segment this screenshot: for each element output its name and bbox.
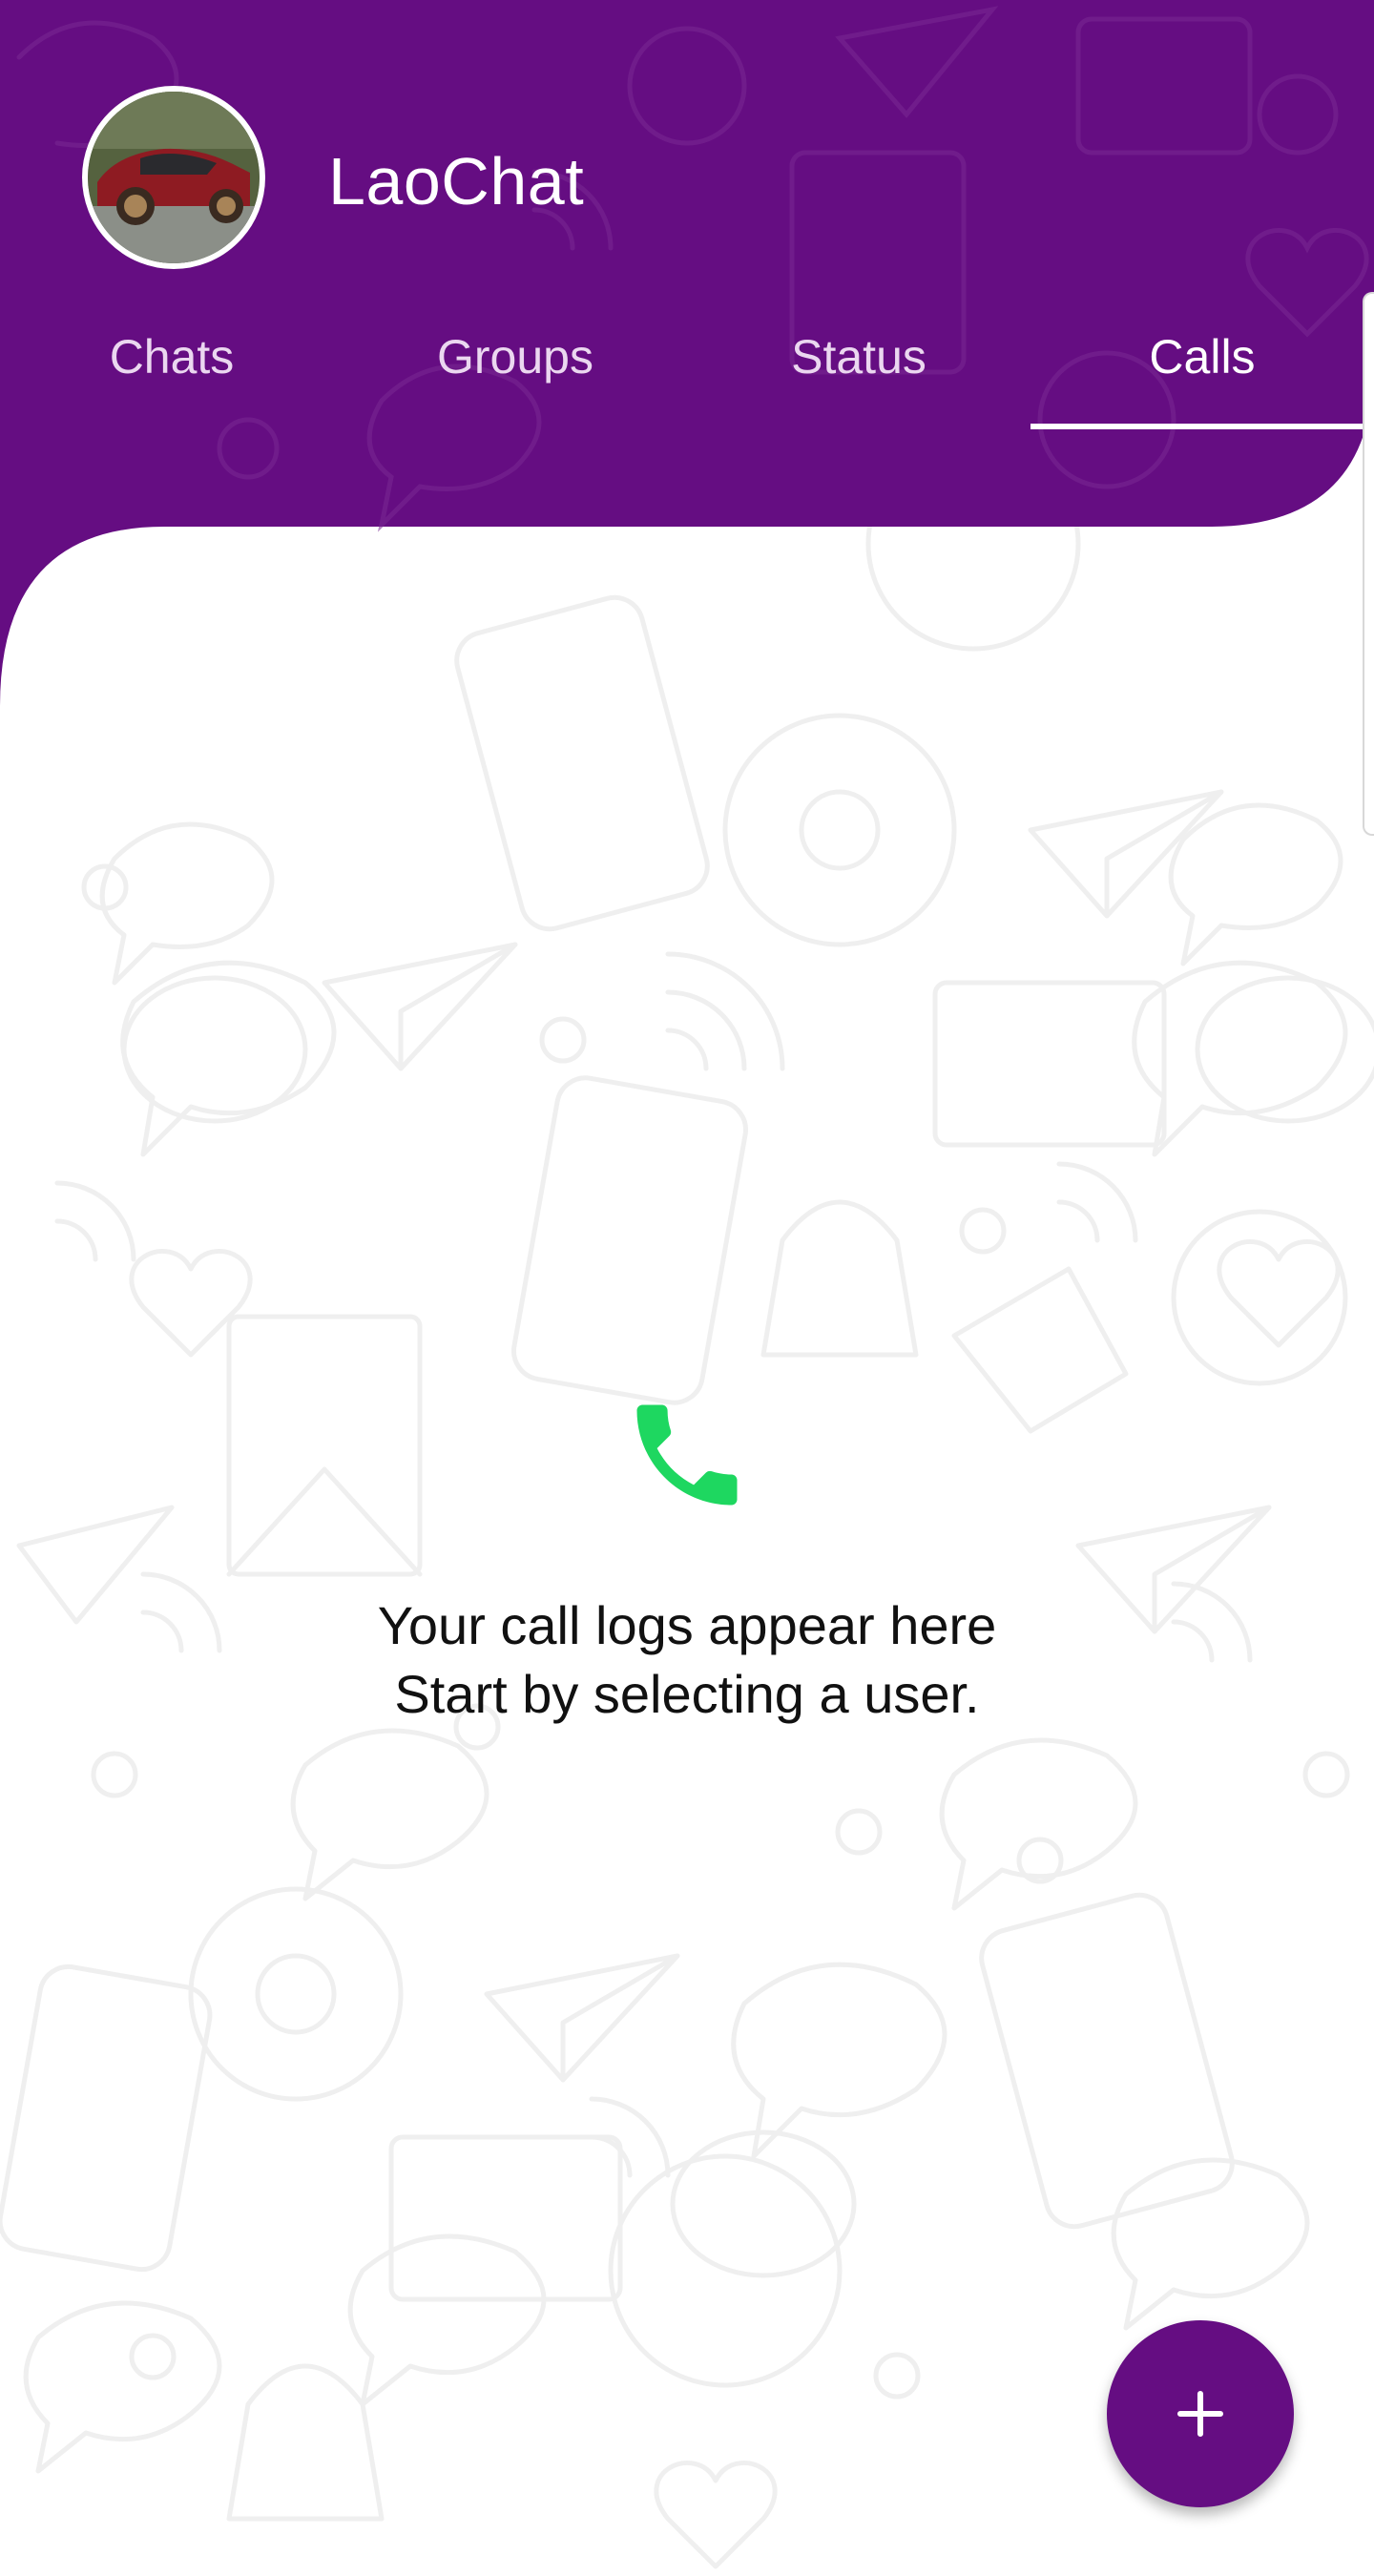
edge-panel-handle[interactable] (1363, 292, 1374, 836)
tab-chats[interactable]: Chats (0, 315, 344, 429)
empty-state-line-2: Start by selecting a user. (394, 1664, 980, 1724)
active-tab-indicator (1030, 424, 1364, 429)
empty-state-line-1: Your call logs appear here (377, 1595, 997, 1655)
tab-bar: Chats Groups Status Calls (0, 315, 1374, 429)
car-photo-image (88, 92, 260, 263)
profile-avatar[interactable] (82, 86, 265, 269)
empty-state-message: Your call logs appear here Start by sele… (210, 1591, 1164, 1729)
phone-icon (636, 1404, 738, 1506)
app-title: LaoChat (328, 144, 585, 218)
calls-screen: LaoChat Chats Groups Status Calls Your c… (0, 0, 1374, 2576)
tab-groups[interactable]: Groups (344, 315, 687, 429)
tab-status[interactable]: Status (687, 315, 1030, 429)
new-call-fab-button[interactable] (1107, 2320, 1294, 2507)
tab-calls[interactable]: Calls (1030, 315, 1374, 429)
plus-icon (1176, 2390, 1224, 2438)
